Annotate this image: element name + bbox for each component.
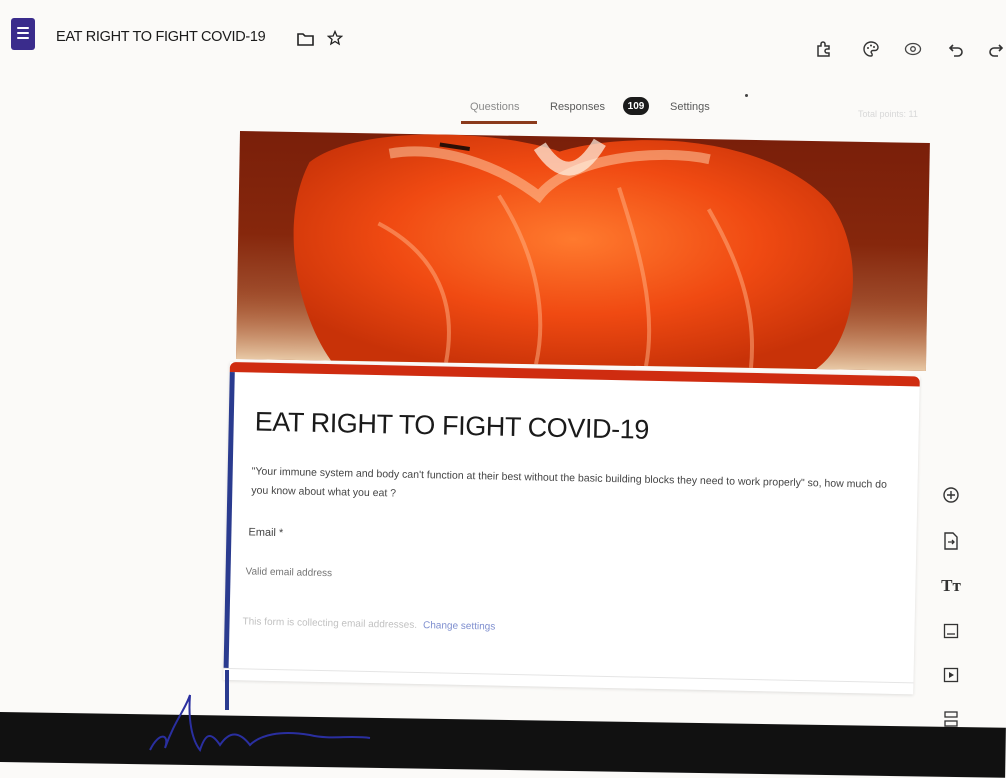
responses-count-badge: 109 xyxy=(623,97,649,115)
email-collection-note: This form is collecting email addresses.… xyxy=(242,616,495,632)
form-description[interactable]: "Your immune system and body can't funct… xyxy=(251,462,900,514)
add-video-button[interactable] xyxy=(936,660,966,690)
active-tab-indicator xyxy=(461,121,537,124)
screen-speck xyxy=(745,94,748,97)
preview-eye-icon[interactable] xyxy=(904,41,922,57)
email-field[interactable] xyxy=(245,566,546,584)
form-title[interactable]: EAT RIGHT TO FIGHT COVID-19 xyxy=(254,407,649,446)
add-title-button[interactable]: Tт xyxy=(936,571,966,601)
palette-icon[interactable] xyxy=(862,40,880,58)
form-title-card: EAT RIGHT TO FIGHT COVID-19 "Your immune… xyxy=(223,362,920,695)
star-icon[interactable] xyxy=(327,30,343,46)
addon-icon[interactable] xyxy=(815,40,833,58)
folder-icon[interactable] xyxy=(297,32,314,46)
email-label: Email * xyxy=(248,526,284,540)
add-image-button[interactable] xyxy=(936,616,966,646)
import-questions-icon xyxy=(944,532,958,550)
add-question-icon xyxy=(943,487,959,503)
card-divider xyxy=(223,667,914,684)
total-points: Total points: 11 xyxy=(858,109,918,119)
tab-responses[interactable]: Responses xyxy=(550,101,605,113)
card-focus-bar xyxy=(223,371,235,669)
floating-side-toolbar: Tт xyxy=(926,470,976,740)
undo-icon[interactable] xyxy=(948,42,964,58)
tab-questions[interactable]: Questions xyxy=(470,101,520,113)
tab-settings[interactable]: Settings xyxy=(670,101,710,113)
header-image xyxy=(236,131,930,372)
forms-app-icon[interactable] xyxy=(11,18,35,50)
change-settings-link[interactable]: Change settings xyxy=(423,620,495,633)
section-icon xyxy=(944,711,958,727)
add-question-button[interactable] xyxy=(936,480,966,510)
image-icon xyxy=(943,623,959,639)
import-questions-button[interactable] xyxy=(936,526,966,556)
title-text-icon: Tт xyxy=(941,576,961,595)
collection-note-text: This form is collecting email addresses. xyxy=(242,616,418,631)
handwritten-signature xyxy=(149,694,371,753)
orange-photo xyxy=(236,134,928,372)
document-title[interactable]: EAT RIGHT TO FIGHT COVID-19 xyxy=(56,29,266,45)
redo-icon[interactable] xyxy=(988,42,1004,58)
video-icon xyxy=(943,667,959,683)
top-bar: EAT RIGHT TO FIGHT COVID-19 xyxy=(0,0,1006,80)
